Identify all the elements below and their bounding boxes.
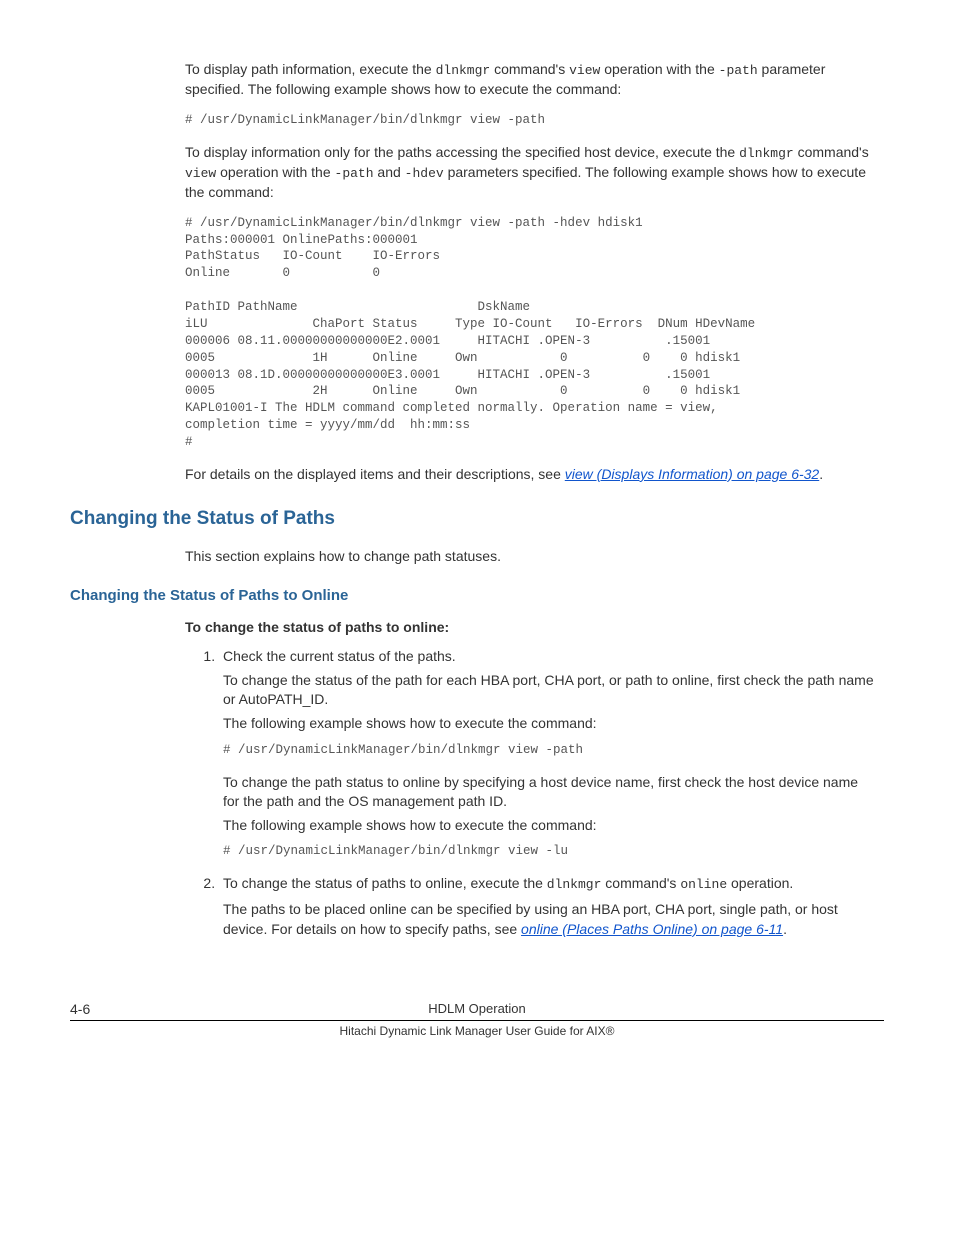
- code-path: -path: [335, 166, 374, 181]
- link-view-displays-information[interactable]: view (Displays Information) on page 6-32: [565, 466, 819, 482]
- code-dlnkmgr: dlnkmgr: [547, 877, 602, 892]
- step1-detail-3: To change the path status to online by s…: [223, 773, 874, 812]
- paragraph-display-host-device: To display information only for the path…: [185, 143, 874, 203]
- code-block-view-path-hdev: # /usr/DynamicLinkManager/bin/dlnkmgr vi…: [185, 215, 874, 451]
- code-block-step1-view-path: # /usr/DynamicLinkManager/bin/dlnkmgr vi…: [223, 742, 874, 759]
- code-view: view: [569, 63, 600, 78]
- link-online-places-paths[interactable]: online (Places Paths Online) on page 6-1…: [521, 921, 783, 937]
- code-view: view: [185, 166, 216, 181]
- heading-changing-status-of-paths: Changing the Status of Paths: [70, 506, 884, 533]
- footer-subtitle: Hitachi Dynamic Link Manager User Guide …: [70, 1023, 884, 1040]
- paragraph-section-intro: This section explains how to change path…: [185, 547, 874, 567]
- code-block-view-path: # /usr/DynamicLinkManager/bin/dlnkmgr vi…: [185, 112, 874, 129]
- list-item-step-1: Check the current status of the paths. T…: [219, 647, 874, 860]
- code-path: -path: [719, 63, 758, 78]
- code-hdev: -hdev: [405, 166, 444, 181]
- page-footer: 4-6 HDLM Operation Hitachi Dynamic Link …: [70, 1000, 884, 1040]
- bold-intro-to-online: To change the status of paths to online:: [185, 618, 874, 638]
- list-item-step-2: To change the status of paths to online,…: [219, 874, 874, 939]
- code-online: online: [680, 877, 727, 892]
- step1-detail-2: The following example shows how to execu…: [223, 714, 874, 734]
- ordered-list-steps: Check the current status of the paths. T…: [185, 647, 874, 939]
- step1-detail-1: To change the status of the path for eac…: [223, 671, 874, 710]
- paragraph-details-link: For details on the displayed items and t…: [185, 465, 874, 485]
- page-number: 4-6: [70, 1000, 90, 1020]
- code-block-step1-view-lu: # /usr/DynamicLinkManager/bin/dlnkmgr vi…: [223, 843, 874, 860]
- paragraph-display-path-info: To display path information, execute the…: [185, 60, 874, 100]
- code-dlnkmgr: dlnkmgr: [436, 63, 491, 78]
- footer-title: HDLM Operation: [428, 1001, 526, 1016]
- step1-detail-4: The following example shows how to execu…: [223, 816, 874, 836]
- code-dlnkmgr: dlnkmgr: [739, 146, 794, 161]
- step2-detail: The paths to be placed online can be spe…: [223, 900, 874, 939]
- heading-changing-status-to-online: Changing the Status of Paths to Online: [70, 585, 884, 606]
